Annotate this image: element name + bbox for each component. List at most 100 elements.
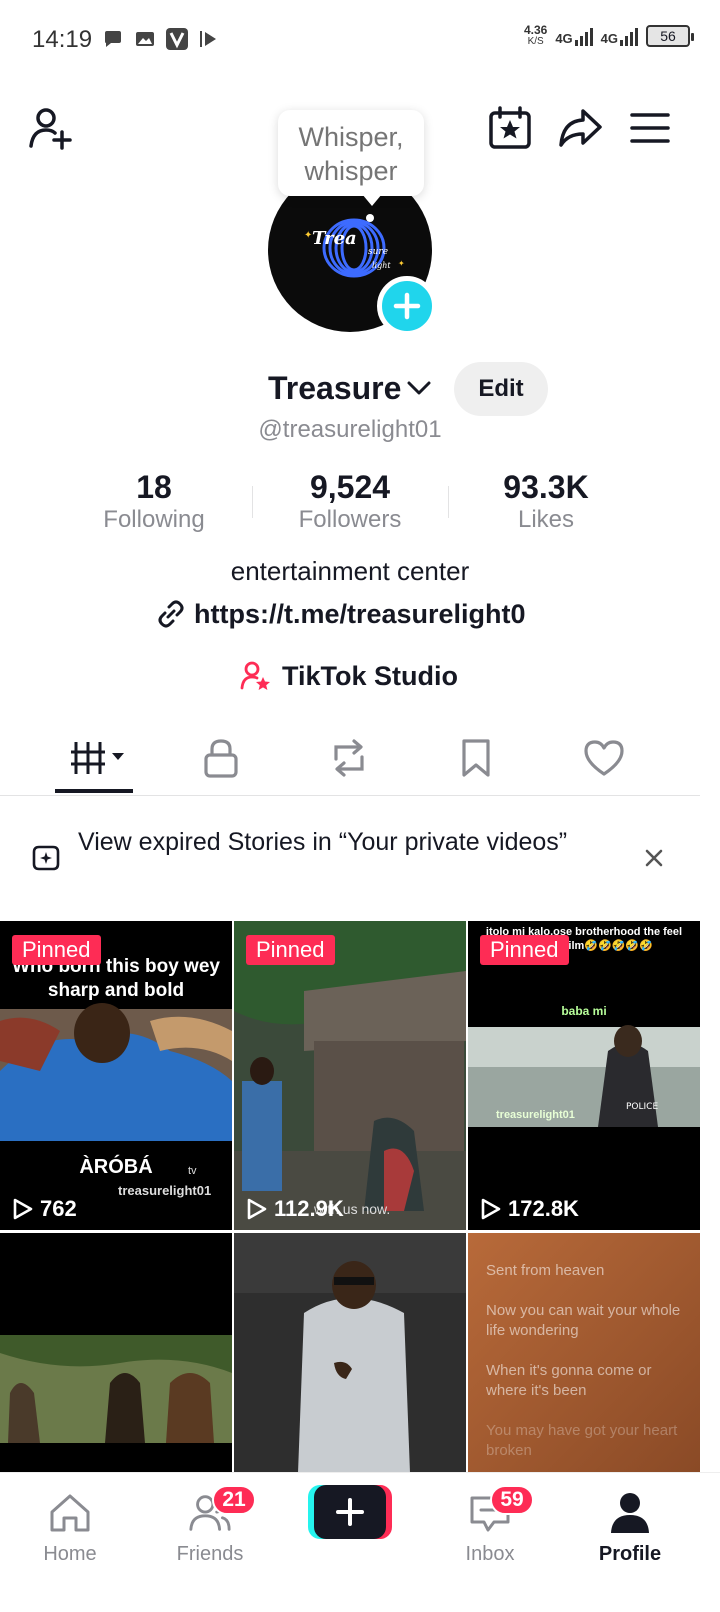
account-switch-chevron-icon[interactable] [406, 378, 432, 403]
video-subtitle: baba mi [561, 1004, 607, 1018]
nav-inbox[interactable]: 59 Inbox [430, 1483, 550, 1565]
likes-count: 93.3K [503, 469, 589, 505]
svg-text:Trea: Trea [312, 228, 357, 249]
active-tab-indicator [55, 789, 133, 793]
share-arrow-icon [559, 109, 602, 147]
play-icon [247, 1198, 267, 1220]
video-thumbnail[interactable]: Sent from heaven Now you can wait your w… [468, 1233, 700, 1473]
creator-star-icon [240, 661, 270, 690]
nav-home-label: Home [43, 1543, 97, 1565]
add-person-icon [29, 108, 72, 150]
followers-stat[interactable]: 9,524 Followers [260, 468, 440, 534]
tv-label: tv [188, 1165, 197, 1177]
add-friend-button[interactable] [22, 100, 78, 156]
view-count: 172.8K [480, 1196, 579, 1222]
bookmark-icon [462, 739, 490, 777]
notification-icons [102, 28, 220, 50]
video-watermark: treasurelight01 [496, 1109, 575, 1121]
following-label: Following [103, 506, 205, 533]
battery-level: 56 [660, 28, 676, 44]
likes-stat[interactable]: 93.3K Likes [456, 468, 636, 534]
nav-home[interactable]: Home [10, 1483, 130, 1565]
tab-liked[interactable] [564, 730, 644, 786]
banner-text: View expired Stories in “Your private vi… [78, 828, 568, 856]
pinned-badge: Pinned [246, 935, 335, 965]
menu-button[interactable] [622, 100, 678, 156]
police-vest-text: POLICE [626, 1102, 658, 1112]
following-count: 18 [136, 469, 172, 505]
share-profile-button[interactable] [552, 100, 608, 156]
svg-text:✦: ✦ [304, 230, 312, 241]
nav-friends[interactable]: 21 Friends [150, 1483, 270, 1565]
tooltip-line-2: whisper [304, 156, 398, 186]
svg-text:light: light [372, 261, 391, 270]
followers-count: 9,524 [309, 469, 391, 505]
net-type-label: 4G [600, 31, 618, 46]
tiktok-studio-link[interactable]: TikTok Studio [240, 656, 458, 696]
profile-stats: 18 Following 9,524 Followers 93.3K Likes [0, 468, 720, 538]
v-app-icon [166, 28, 188, 50]
home-icon [48, 1491, 92, 1535]
chat-bubble-icon [102, 28, 124, 50]
pinned-badge: Pinned [480, 935, 569, 965]
system-indicators: 4.36 K/S 4G 4G 56 [523, 23, 694, 48]
battery-icon: 56 [646, 25, 694, 47]
avatar-tooltip[interactable]: Whisper, whisper [278, 110, 424, 206]
video-thumbnail[interactable]: POLICE itolo mi kalo,ose brotherhood the… [468, 921, 700, 1230]
nav-friends-label: Friends [176, 1543, 244, 1565]
profile-tabs [0, 722, 700, 796]
link-icon [158, 600, 184, 628]
stat-divider [448, 486, 449, 518]
banner-close-button[interactable] [638, 842, 670, 874]
tab-videos[interactable] [58, 730, 138, 786]
profile-link-text: https://t.me/treasurelight0 [194, 598, 526, 629]
signal-1: 4G [555, 26, 593, 46]
view-count-value: 762 [40, 1196, 77, 1221]
video-watermark: treasurelight01 [118, 1183, 212, 1198]
expired-stories-banner[interactable]: View expired Stories in “Your private vi… [0, 820, 700, 900]
image-icon [134, 28, 156, 50]
speed-value: 4.36 [523, 23, 548, 37]
grid-videos-icon [71, 742, 124, 774]
svg-text:sure: sure [368, 247, 388, 257]
add-story-button[interactable] [377, 276, 437, 336]
profile-name[interactable]: Treasure [268, 370, 401, 407]
lyric-line: Now you can wait your whole life wonderi… [486, 1302, 681, 1339]
video-thumbnail[interactable]: Pinned Who born this boy wey sharp and b… [0, 921, 232, 1230]
heart-icon [584, 740, 624, 776]
lyric-line: You may have got your heart broken [486, 1422, 678, 1459]
create-button[interactable] [308, 1485, 392, 1539]
followers-label: Followers [298, 506, 402, 533]
profile-person-icon [608, 1491, 652, 1535]
nav-profile[interactable]: Profile [570, 1483, 690, 1565]
speed-unit: K/S [527, 36, 544, 47]
tiktok-studio-label: TikTok Studio [282, 660, 459, 691]
name-row: Treasure Edit [0, 362, 720, 416]
video-thumbnail[interactable]: Pinned with us now. 112.9K [234, 921, 466, 1230]
friends-badge: 21 [212, 1485, 256, 1515]
tab-reposts[interactable] [309, 730, 389, 786]
pinned-badge: Pinned [12, 935, 101, 965]
view-count: 762 [12, 1196, 77, 1222]
plus-icon [393, 292, 421, 320]
video-thumbnail[interactable] [234, 1233, 466, 1473]
tooltip-line-1: Whisper, [298, 122, 404, 152]
creator-calendar-button[interactable] [482, 100, 538, 156]
profile-link[interactable]: https://t.me/treasurelight0 [156, 594, 526, 634]
tab-private[interactable] [181, 730, 261, 786]
following-stat[interactable]: 18 Following [64, 468, 244, 534]
video-5-image [234, 1233, 466, 1473]
tab-favorites[interactable] [436, 730, 516, 786]
view-count-value: 172.8K [508, 1196, 579, 1221]
view-count-value: 112.9K [274, 1196, 344, 1221]
signal-2: 4G [601, 26, 638, 46]
inbox-badge: 59 [490, 1485, 534, 1515]
video-thumbnail[interactable] [0, 1233, 232, 1473]
signal-bars-icon [620, 26, 638, 46]
bottom-navigation: Home 21 Friends 59 Inbox Profile [0, 1472, 720, 1612]
nav-inbox-label: Inbox [465, 1543, 515, 1565]
calendar-star-icon [489, 106, 531, 149]
edit-profile-button[interactable]: Edit [454, 362, 548, 416]
video-grid: Pinned Who born this boy wey sharp and b… [0, 921, 700, 1473]
profile-bio: entertainment center [230, 556, 470, 586]
